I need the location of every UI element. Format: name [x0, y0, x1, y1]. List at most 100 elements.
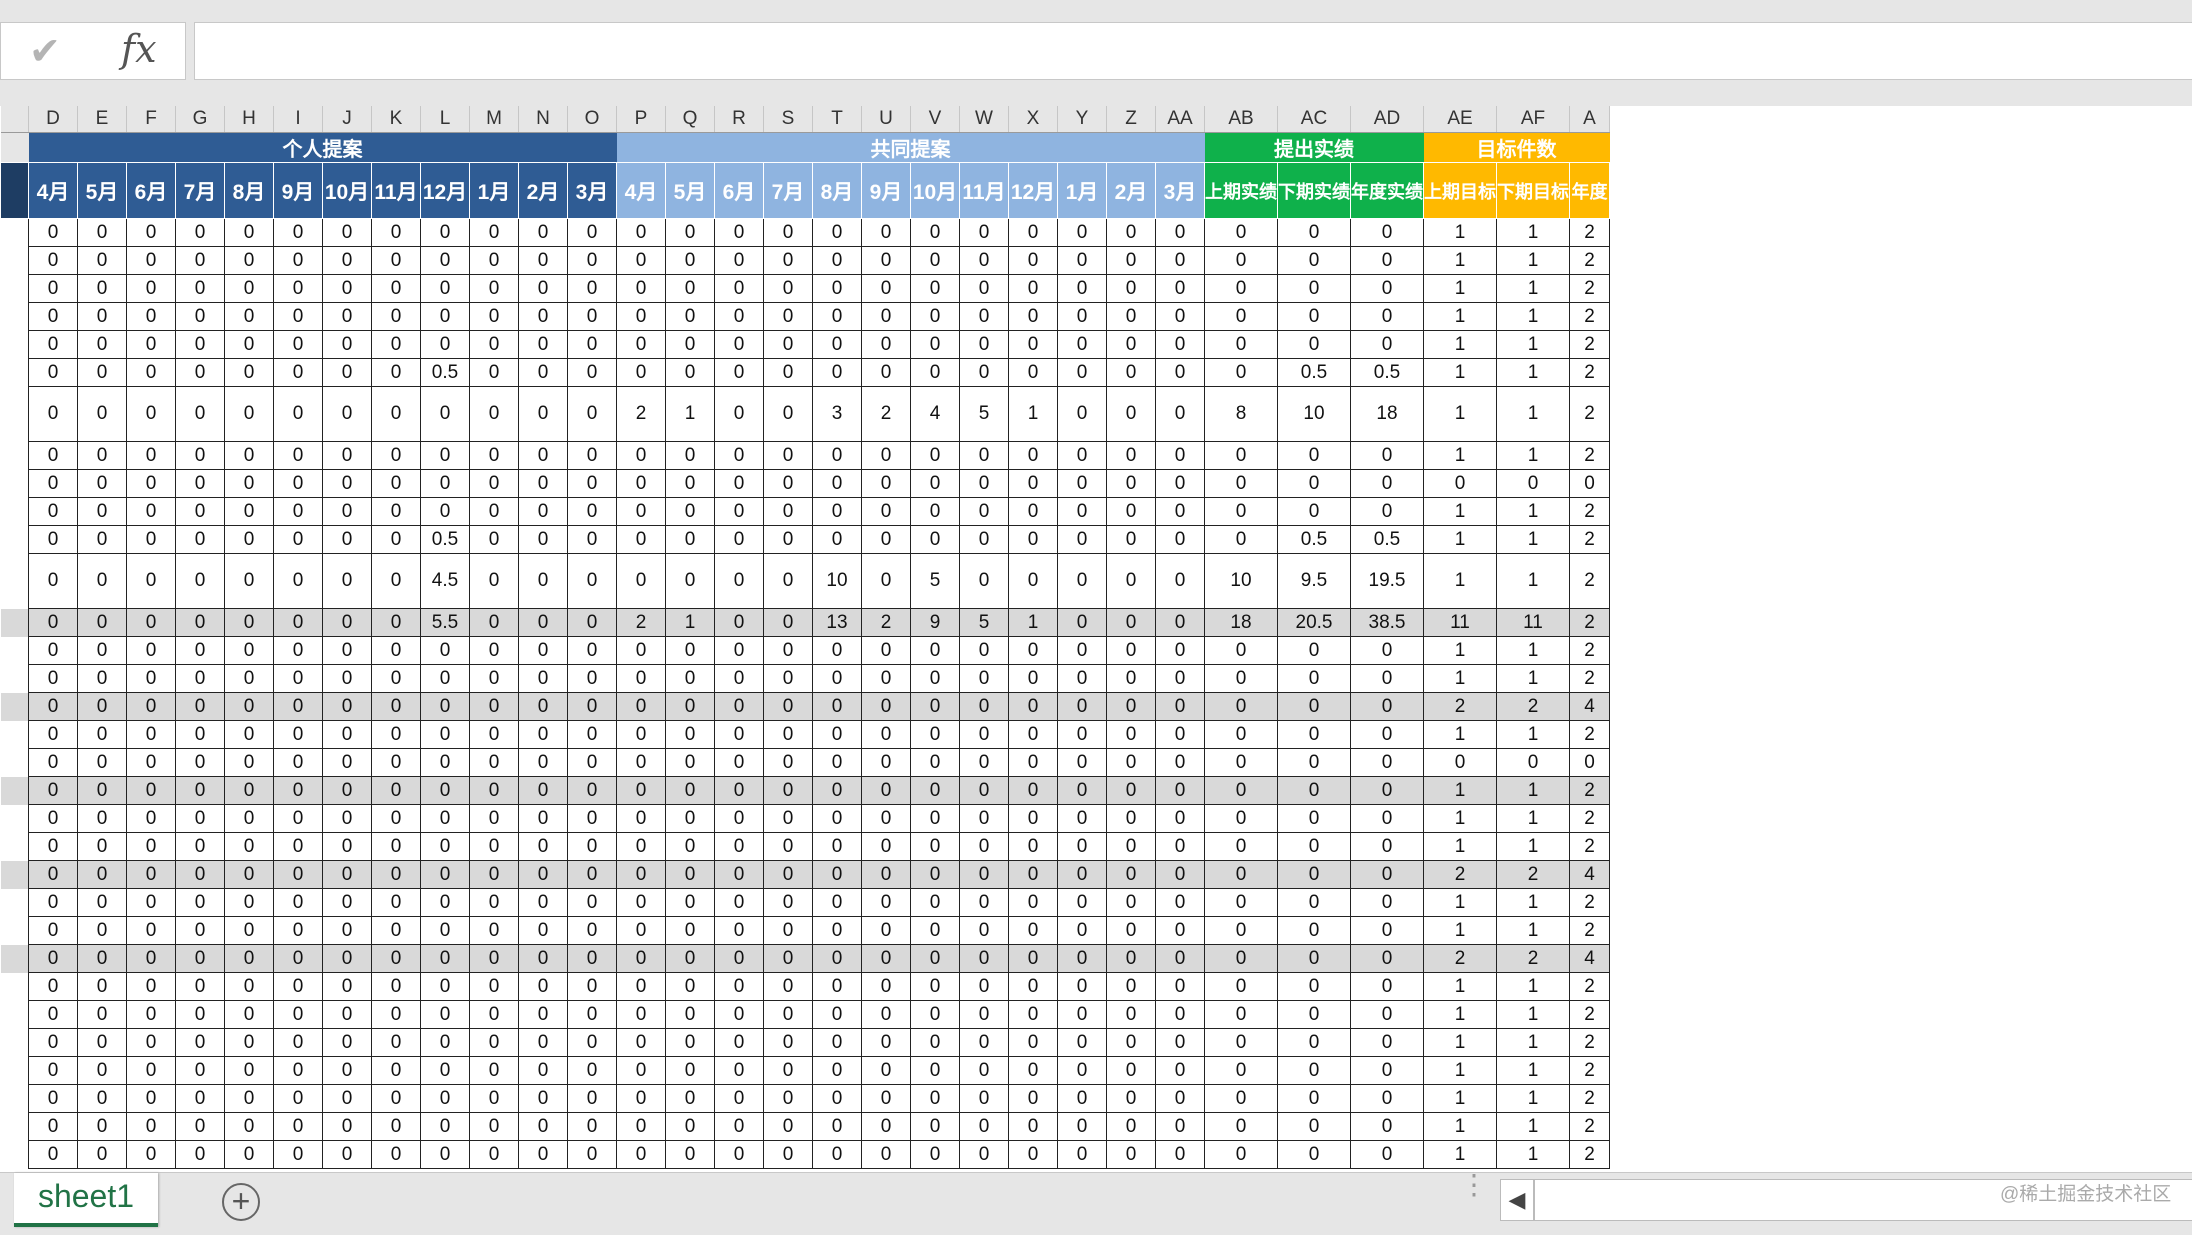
- cell[interactable]: 0: [567, 1028, 617, 1057]
- column-header-w[interactable]: W: [959, 106, 1009, 133]
- cell[interactable]: 0: [1155, 246, 1205, 275]
- cell[interactable]: 0: [812, 944, 862, 973]
- cell[interactable]: 9: [910, 608, 960, 637]
- cell[interactable]: 0: [28, 497, 78, 526]
- cell[interactable]: 0: [1106, 1056, 1156, 1085]
- cell[interactable]: 0: [1277, 860, 1351, 889]
- cell[interactable]: 0: [28, 330, 78, 359]
- cell[interactable]: 0: [469, 1112, 519, 1141]
- cell[interactable]: 1: [1496, 1084, 1570, 1113]
- cell[interactable]: 0: [910, 1084, 960, 1113]
- cell[interactable]: 0: [518, 636, 568, 665]
- cell[interactable]: 0: [469, 469, 519, 498]
- cell[interactable]: 1: [1423, 274, 1497, 303]
- cell[interactable]: 0: [1569, 748, 1610, 777]
- group-header-0[interactable]: 个人提案: [28, 132, 617, 163]
- cell[interactable]: 0: [371, 944, 421, 973]
- cell[interactable]: 0: [371, 804, 421, 833]
- cell[interactable]: 0: [1008, 692, 1058, 721]
- cell[interactable]: 0: [273, 441, 323, 470]
- cell[interactable]: 0: [616, 1112, 666, 1141]
- cell[interactable]: 0: [77, 441, 127, 470]
- cell[interactable]: 0: [861, 776, 911, 805]
- cell[interactable]: 0: [420, 888, 470, 917]
- cell[interactable]: 0: [861, 1140, 911, 1169]
- cell[interactable]: 1: [1496, 246, 1570, 275]
- cell[interactable]: 0: [714, 720, 764, 749]
- cell[interactable]: 0: [273, 664, 323, 693]
- cell[interactable]: 2: [1569, 358, 1610, 387]
- cell[interactable]: 4: [1569, 860, 1610, 889]
- cell[interactable]: 1: [1496, 1028, 1570, 1057]
- cell[interactable]: 1: [1423, 972, 1497, 1001]
- cell[interactable]: 0: [322, 386, 372, 442]
- cell[interactable]: 0: [1057, 804, 1107, 833]
- row-header[interactable]: [0, 525, 29, 554]
- cell[interactable]: 1: [1423, 218, 1497, 247]
- cell[interactable]: 0: [420, 972, 470, 1001]
- cell[interactable]: 1: [1496, 804, 1570, 833]
- cell[interactable]: 0: [763, 972, 813, 1001]
- cell[interactable]: 0: [1008, 441, 1058, 470]
- cell[interactable]: 0: [910, 748, 960, 777]
- cell[interactable]: 0: [420, 776, 470, 805]
- cell[interactable]: 0: [616, 776, 666, 805]
- cell[interactable]: 38.5: [1350, 608, 1424, 637]
- cell[interactable]: 0: [1057, 441, 1107, 470]
- cell[interactable]: 0: [420, 1112, 470, 1141]
- cell[interactable]: 0: [665, 832, 715, 861]
- cell[interactable]: 0: [714, 1028, 764, 1057]
- cell[interactable]: 0: [175, 916, 225, 945]
- cell[interactable]: 0: [1106, 469, 1156, 498]
- cell[interactable]: 0: [224, 776, 274, 805]
- cell[interactable]: 0: [763, 1000, 813, 1029]
- row-header[interactable]: [0, 469, 29, 498]
- cell[interactable]: 0: [518, 916, 568, 945]
- cell[interactable]: 0: [812, 636, 862, 665]
- cell[interactable]: 1: [1496, 636, 1570, 665]
- cell[interactable]: 1: [1423, 358, 1497, 387]
- cell[interactable]: 0: [126, 302, 176, 331]
- cell[interactable]: 0: [28, 692, 78, 721]
- cell[interactable]: 0: [910, 302, 960, 331]
- cell[interactable]: 5.5: [420, 608, 470, 637]
- cell[interactable]: 0: [126, 748, 176, 777]
- cell[interactable]: 0: [371, 832, 421, 861]
- cell[interactable]: 0: [763, 1056, 813, 1085]
- cell[interactable]: 0: [371, 386, 421, 442]
- cell[interactable]: 0: [1204, 888, 1278, 917]
- row-header[interactable]: [0, 832, 29, 861]
- cell[interactable]: 0: [126, 972, 176, 1001]
- cell[interactable]: 0: [28, 888, 78, 917]
- cell[interactable]: 0: [1277, 469, 1351, 498]
- cell[interactable]: 0.5: [1277, 358, 1351, 387]
- cell[interactable]: 0: [616, 1056, 666, 1085]
- cell[interactable]: 0: [77, 692, 127, 721]
- cell[interactable]: 2: [1569, 832, 1610, 861]
- cell[interactable]: 0: [616, 832, 666, 861]
- cell[interactable]: 0: [126, 218, 176, 247]
- cell[interactable]: 0: [959, 1056, 1009, 1085]
- cell[interactable]: 0: [175, 553, 225, 609]
- cell[interactable]: 0: [175, 888, 225, 917]
- cell[interactable]: 0: [371, 664, 421, 693]
- cell[interactable]: 0: [420, 497, 470, 526]
- column-header-y[interactable]: Y: [1057, 106, 1107, 133]
- cell[interactable]: 0: [28, 664, 78, 693]
- cell[interactable]: 0: [567, 386, 617, 442]
- column-header-i[interactable]: I: [273, 106, 323, 133]
- cell[interactable]: 0: [1106, 860, 1156, 889]
- cell[interactable]: 0: [616, 916, 666, 945]
- cell[interactable]: 0: [518, 944, 568, 973]
- cell[interactable]: 0: [224, 358, 274, 387]
- cell[interactable]: 0: [959, 1112, 1009, 1141]
- cell[interactable]: 5: [959, 608, 1009, 637]
- cell[interactable]: 0: [28, 860, 78, 889]
- cell[interactable]: 0: [1350, 832, 1424, 861]
- cell[interactable]: 0: [28, 1000, 78, 1029]
- cell[interactable]: 0: [77, 302, 127, 331]
- cell[interactable]: 1: [1423, 497, 1497, 526]
- cell[interactable]: 0: [616, 944, 666, 973]
- cell[interactable]: 2: [1569, 888, 1610, 917]
- cell[interactable]: 0: [420, 218, 470, 247]
